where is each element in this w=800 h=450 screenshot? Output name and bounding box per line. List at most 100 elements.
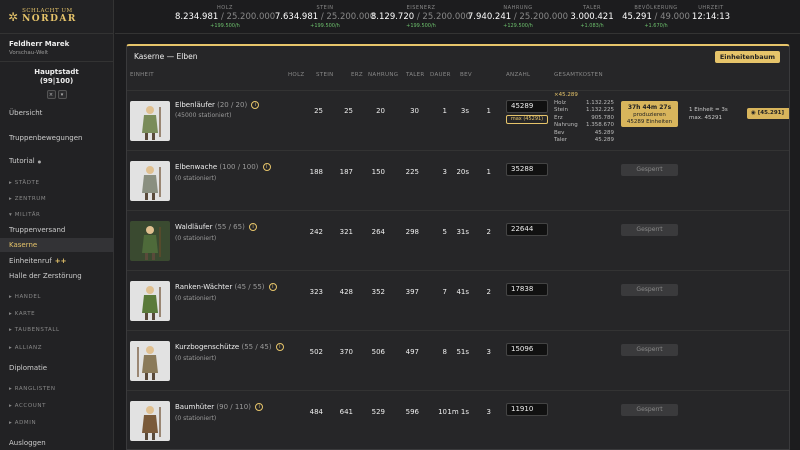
- unit-cost-dauer: 51s: [456, 348, 469, 356]
- nav-kaserne[interactable]: Kaserne: [0, 238, 114, 252]
- locked-button: Gesperrt: [621, 284, 678, 296]
- cost-line: Holz 1.132.225: [554, 100, 614, 108]
- unit-name[interactable]: Elbenwache (100 / 100) i: [175, 163, 271, 171]
- col-erz: ERZ: [351, 72, 363, 78]
- unit-cost-taler: 7: [442, 288, 447, 296]
- nav-section-account[interactable]: ▸ ACCOUNT: [0, 399, 114, 413]
- unit-cost-stein: 428: [339, 288, 353, 296]
- info-icon[interactable]: i: [268, 283, 277, 291]
- unit-cost-bev: 3: [486, 348, 491, 356]
- info-icon[interactable]: i: [262, 163, 271, 171]
- locked-button: Gesperrt: [621, 164, 678, 176]
- unit-cost-erz: 150: [371, 168, 385, 176]
- nav-tutorial-label: Tutorial: [9, 157, 35, 165]
- info-icon[interactable]: i: [251, 101, 260, 109]
- unit-cost-erz: 352: [371, 288, 385, 296]
- col-nahrung: NAHRUNG: [368, 72, 399, 78]
- unit-row: Elbenläufer (20 / 20) i (45000 stationie…: [127, 90, 789, 150]
- produce-time: 37h 44m 27s: [627, 104, 672, 111]
- unit-cost-bev: 1: [486, 168, 491, 176]
- logo[interactable]: ✲ SCHLACHT UM NORDAR: [0, 0, 113, 34]
- clock-value: 12:14:13: [691, 12, 731, 22]
- info-icon[interactable]: i: [249, 223, 258, 231]
- cost-value: 45.289: [594, 137, 614, 143]
- nav-section-taubenstall[interactable]: ▸ TAUBENSTALL: [0, 323, 114, 337]
- unit-portrait: [130, 401, 170, 441]
- nav-section-militaer[interactable]: ▾ MILITÄR: [0, 208, 114, 222]
- cost-label: Erz: [554, 114, 563, 121]
- unit-tree-button[interactable]: Einheitenbaum: [714, 51, 780, 63]
- unit-row: Elbenwache (100 / 100) i (0 stationiert)…: [127, 150, 789, 210]
- nav-einheitenruf[interactable]: Einheitenruf ++: [0, 254, 114, 268]
- col-taler: TALER: [406, 72, 425, 78]
- nav-section-staedte[interactable]: ▸ STÄDTE: [0, 176, 114, 190]
- resource-label: NAHRUNG: [503, 5, 533, 11]
- tutorial-dot-icon: ●: [37, 158, 42, 164]
- unit-name[interactable]: Baumhüter (90 / 110) i: [175, 403, 264, 411]
- col-holz: HOLZ: [288, 72, 305, 78]
- cost-label: Taler: [554, 137, 567, 143]
- unit-stationed: (45000 stationiert): [175, 112, 232, 119]
- resource-label: BEVÖLKERUNG: [634, 5, 678, 11]
- cost-label: Nahrung: [554, 122, 578, 128]
- cost-label: Bev: [554, 129, 565, 136]
- unit-amount-input[interactable]: 22644: [506, 223, 548, 236]
- coin-icon: ◉: [751, 110, 756, 116]
- unit-cost-stein: 25: [344, 107, 353, 115]
- production-info: 1 Einheit = 3s max. 45291: [689, 106, 728, 122]
- nav-halle[interactable]: Halle der Zerstörung: [0, 269, 114, 283]
- unit-cost-stein: 187: [339, 168, 353, 176]
- unit-name[interactable]: Ranken-Wächter (45 / 55) i: [175, 283, 277, 291]
- sun-emblem-icon: ✲: [8, 9, 19, 24]
- unit-amount-input[interactable]: 35288: [506, 163, 548, 176]
- capital-dropdown-button[interactable]: ▾: [57, 90, 67, 99]
- produce-button[interactable]: 37h 44m 27s produzieren 45289 Einheiten: [621, 101, 678, 127]
- capital-close-button[interactable]: ×: [46, 90, 56, 99]
- resource-value: 45.291: [622, 12, 652, 22]
- col-bev: BEV: [460, 72, 472, 78]
- nav-troop-movements[interactable]: Truppenbewegungen: [0, 131, 114, 145]
- nav-section-ranglisten[interactable]: ▸ RANGLISTEN: [0, 382, 114, 396]
- unit-name[interactable]: Elbenläufer (20 / 20) i: [175, 101, 260, 109]
- info-icon[interactable]: i: [275, 343, 284, 351]
- nav-section-zentrum[interactable]: ▸ ZENTRUM: [0, 192, 114, 206]
- resource-rate: +199.500/h: [210, 23, 240, 29]
- nav-section-karte[interactable]: ▸ KARTE: [0, 307, 114, 321]
- nav-truppenversand[interactable]: Truppenversand: [0, 223, 114, 237]
- unit-amount-input[interactable]: 15096: [506, 343, 548, 356]
- unit-name[interactable]: Waldläufer (55 / 65) i: [175, 223, 258, 231]
- cost-line: Stein 1.132.225: [554, 107, 614, 115]
- unit-count: (55 / 45): [241, 343, 272, 351]
- locked-button: Gesperrt: [621, 344, 678, 356]
- player-info: Feldherr Marek Vorschau-Welt: [0, 34, 113, 62]
- resource-label: TALER: [582, 5, 601, 11]
- info-icon[interactable]: i: [255, 403, 264, 411]
- unit-portrait: [130, 101, 170, 141]
- unit-amount-input[interactable]: 17838: [506, 283, 548, 296]
- nav-tutorial[interactable]: Tutorial ●: [0, 154, 114, 168]
- max-button[interactable]: max (45291): [506, 115, 548, 124]
- unit-stationed: (0 stationiert): [175, 415, 217, 422]
- capital-coords: (99|100): [39, 77, 74, 85]
- resource-rate: +1.083/h: [580, 23, 604, 29]
- nav-logout[interactable]: Ausloggen: [0, 436, 114, 450]
- resource-rate: +199.500/h: [406, 23, 436, 29]
- nav-diplomatie[interactable]: Diplomatie: [0, 361, 114, 375]
- col-gesamtkosten: GESAMTKOSTEN: [554, 72, 603, 78]
- unit-amount-input[interactable]: 11910: [506, 403, 548, 416]
- nav-overview[interactable]: Übersicht: [0, 106, 114, 120]
- unit-stationed: (0 stationiert): [175, 355, 217, 362]
- nav-section-handel[interactable]: ▸ HANDEL: [0, 290, 114, 304]
- costs-multiplier: ×45.289: [554, 92, 578, 98]
- unit-amount-input[interactable]: 45289: [506, 100, 548, 113]
- cost-value: 45.289: [594, 129, 614, 136]
- nav-section-admin[interactable]: ▸ ADMIN: [0, 416, 114, 430]
- nav-section-allianz[interactable]: ▸ ALLIANZ: [0, 341, 114, 355]
- barracks-panel: Kaserne — Elben Einheitenbaum EINHEIT HO…: [126, 44, 790, 450]
- cost-line: Bev 45.289: [554, 130, 614, 138]
- resource-rate: +199.500/h: [310, 23, 340, 29]
- unit-name[interactable]: Kurzbogenschütze (55 / 45) i: [175, 343, 284, 351]
- gold-instant-button[interactable]: ◉ [45.291]: [747, 108, 789, 119]
- total-costs: ×45.289 Holz 1.132.225 Stein 1.132.225 Erz 905…: [554, 92, 614, 145]
- cost-value: 905.780: [591, 114, 614, 121]
